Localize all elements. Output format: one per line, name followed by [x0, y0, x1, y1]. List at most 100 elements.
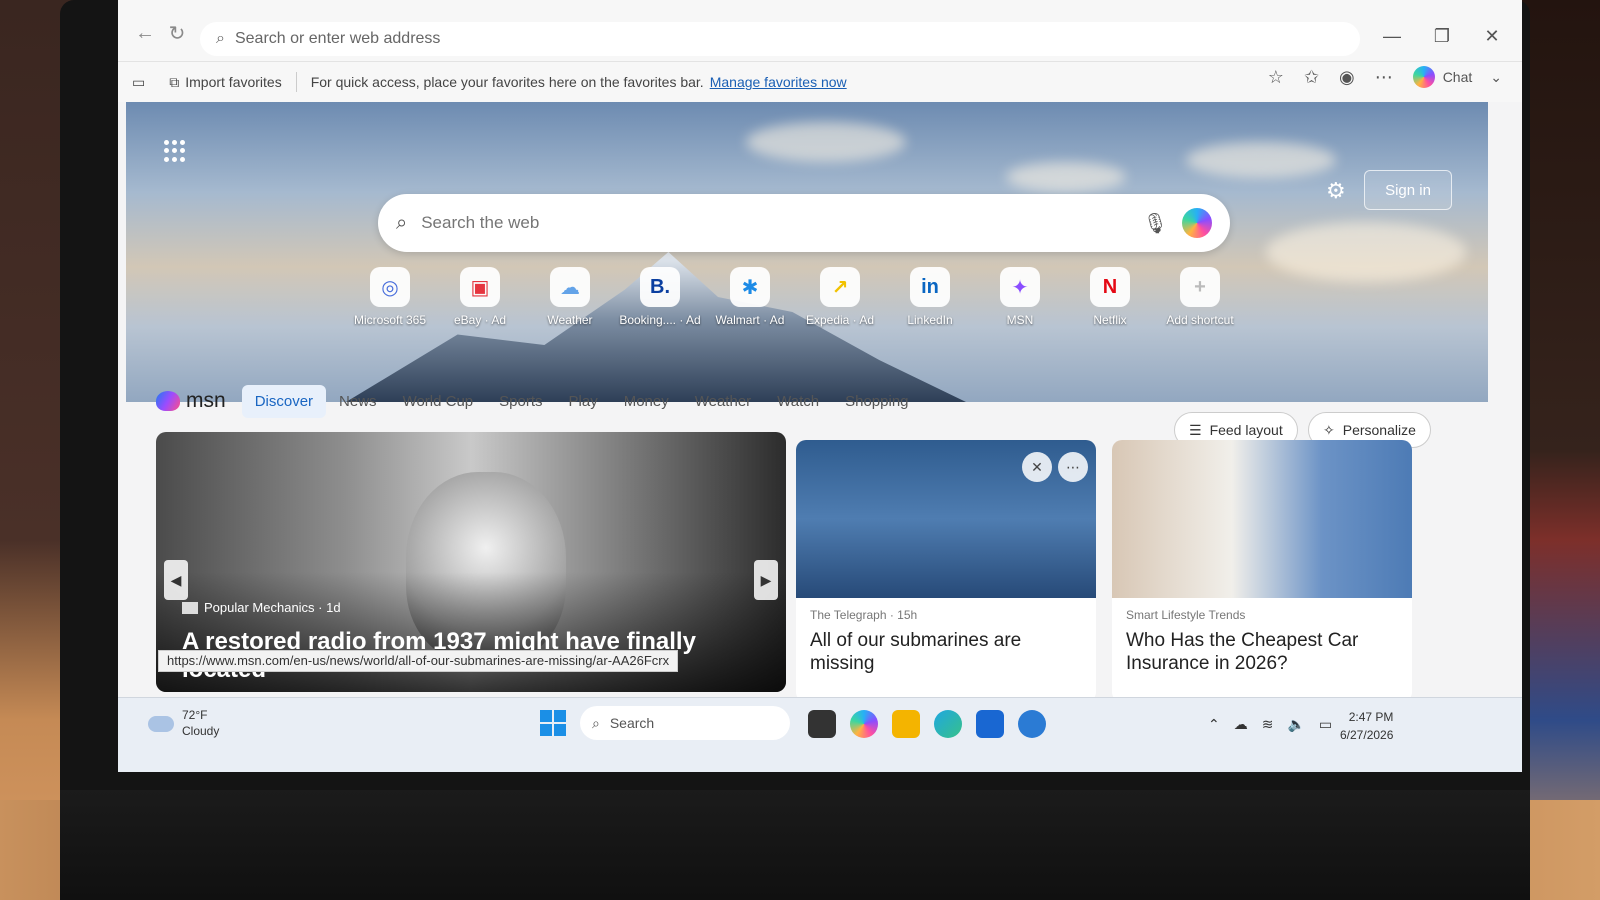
shortcut-tile[interactable]: ☁ Weather [536, 267, 604, 327]
msn-logo[interactable]: msn [156, 389, 226, 413]
app-launcher-icon[interactable] [164, 140, 186, 162]
plus-icon: + [1180, 267, 1220, 307]
news-card-submarines[interactable]: ✕ ⋯ The Telegraph · 15h All of our subma… [796, 440, 1096, 697]
microphone-icon[interactable]: 🎙 [1143, 211, 1168, 236]
task-view-icon[interactable] [808, 710, 836, 738]
tab-sports[interactable]: Sports [486, 385, 555, 418]
edge-browser-icon[interactable] [934, 710, 962, 738]
tab-world-cup[interactable]: World Cup [390, 385, 487, 418]
shortcut-tile[interactable]: in LinkedIn [896, 267, 964, 327]
search-icon: ⌕ [216, 30, 225, 47]
shortcut-tile[interactable]: N Netflix [1076, 267, 1144, 327]
import-favorites-icon[interactable]: ⧉ [169, 74, 179, 91]
copilot-icon[interactable] [850, 710, 878, 738]
taskbar-search[interactable]: ⌕ Search [580, 706, 790, 740]
linkedin-icon: in [910, 267, 950, 307]
shortcut-tile[interactable]: ▣ eBay · Ad [446, 267, 514, 327]
laptop-bezel-bottom [60, 790, 1530, 900]
shortcut-tile[interactable]: + Add shortcut [1166, 267, 1234, 327]
shortcut-label: Walmart · Ad [715, 313, 785, 327]
address-bar[interactable]: ⌕ Search or enter web address [200, 22, 1360, 56]
manage-favorites-link[interactable]: Manage favorites now [710, 74, 847, 90]
microsoft-store-icon[interactable] [976, 710, 1004, 738]
shortcut-label: Netflix [1093, 313, 1127, 327]
shortcut-label: eBay · Ad [453, 313, 507, 327]
ebay-bag-icon: ▣ [460, 267, 500, 307]
settings-gear-icon[interactable]: ⚙ [1326, 178, 1346, 204]
copilot-icon [1412, 66, 1435, 88]
walmart-icon: ✱ [730, 267, 770, 307]
weather-condition: Cloudy [182, 723, 220, 738]
system-tray: ⌃ ☁ ≋ 🔈 ▭ [1208, 716, 1332, 733]
chevron-up-icon[interactable]: ⌃ [1208, 716, 1220, 733]
file-explorer-icon[interactable] [892, 710, 920, 738]
tab-money[interactable]: Money [611, 385, 682, 418]
copilot-chat-button[interactable]: Chat ⌄ [1412, 66, 1502, 88]
car-fueling-image [1112, 440, 1412, 598]
card-source: The Telegraph · 15h [810, 608, 918, 622]
windows-taskbar: 72°F Cloudy ⌕ Search ⌃ ☁ ≋ 🔈 ▭ 2:47 PM 6… [118, 697, 1522, 772]
publisher-logo-icon [182, 601, 198, 614]
wifi-icon[interactable]: ≋ [1262, 716, 1274, 733]
address-placeholder: Search or enter web address [234, 30, 441, 47]
card-title: All of our submarines are missing [810, 630, 1022, 674]
card-source: Smart Lifestyle Trends [1126, 608, 1246, 622]
restore-icon[interactable]: ❐ [1428, 24, 1456, 48]
onedrive-icon[interactable]: ☁ [1234, 716, 1248, 733]
sign-in-button[interactable]: Sign in [1364, 170, 1452, 210]
shortcut-tiles: ◎ Microsoft 365 ▣ eBay · Ad ☁ Weather B. Bookin… [354, 267, 1234, 327]
minimize-icon[interactable]: — [1378, 24, 1406, 48]
volume-icon[interactable]: 🔈 [1287, 716, 1304, 733]
msn-new-tab-page: ⚙ Sign in ⌕ 🎙 ◎ Microsoft 365 ▣ eBay · Ad ☁ W… [126, 102, 1488, 697]
netflix-icon: N [1090, 267, 1130, 307]
story-source: Popular Mechanics · 1d [182, 600, 341, 615]
battery-icon[interactable]: ▭ [1319, 716, 1332, 733]
weather-widget[interactable]: 72°F Cloudy [148, 708, 219, 739]
shortcut-label: Booking.... · Ad [619, 313, 701, 327]
favorites-icon[interactable]: ✩ [1304, 67, 1319, 88]
refresh-icon[interactable]: ↻ [164, 20, 190, 46]
tab-shopping[interactable]: Shopping [832, 385, 921, 418]
web-search-box[interactable]: ⌕ 🎙 [378, 194, 1230, 252]
carousel-prev-button[interactable]: ◀ [164, 560, 188, 600]
import-favorites-button[interactable]: Import favorites [185, 74, 281, 90]
close-icon[interactable]: ✕ [1478, 24, 1506, 48]
sidebar-toggle-icon[interactable]: ▭ [132, 74, 145, 91]
tab-weather[interactable]: Weather [682, 385, 764, 418]
m365-icon: ◎ [370, 267, 410, 307]
system-clock[interactable]: 2:47 PM 6/27/2026 [1340, 708, 1393, 744]
tab-discover[interactable]: Discover [241, 384, 327, 418]
news-card-car-insurance[interactable]: Smart Lifestyle Trends Who Has the Cheap… [1112, 440, 1412, 697]
more-options-icon[interactable]: ⋯ [1058, 452, 1088, 482]
weather-temp: 72°F [182, 708, 208, 722]
search-icon: ⌕ [592, 714, 600, 731]
favorites-hint: For quick access, place your favorites h… [310, 74, 704, 90]
msn-icon: ✦ [1000, 267, 1040, 307]
tab-news[interactable]: News [326, 385, 390, 418]
shortcut-tile[interactable]: ✦ MSN [986, 267, 1054, 327]
shortcut-tile[interactable]: B. Booking.... · Ad [619, 267, 701, 327]
laptop-screen: ← ↻ ⌕ Search or enter web address — ❐ ✕ … [118, 0, 1522, 772]
shortcut-tile[interactable]: ✱ Walmart · Ad [716, 267, 784, 327]
hero-background [126, 102, 1488, 402]
tab-play[interactable]: Play [556, 385, 611, 418]
chat-label: Chat [1442, 69, 1473, 85]
profile-avatar-icon[interactable]: ◉ [1339, 67, 1355, 88]
feed-tabs: Discover News World Cup Sports Play Money Weat… [241, 384, 922, 418]
copilot-icon[interactable] [1182, 208, 1212, 238]
carousel-next-button[interactable]: ▶ [754, 560, 778, 600]
more-options-icon[interactable]: ⋯ [1375, 67, 1393, 88]
cloud-shape [1006, 162, 1126, 192]
windows-start-icon[interactable] [540, 710, 566, 736]
shortcut-tile[interactable]: ↗ Expedia · Ad [806, 267, 874, 327]
dismiss-icon[interactable]: ✕ [1022, 452, 1052, 482]
outlook-icon[interactable] [1018, 710, 1046, 738]
booking-icon: B. [640, 267, 680, 307]
divider [295, 72, 297, 92]
tab-watch[interactable]: Watch [764, 385, 832, 418]
web-search-input[interactable] [421, 213, 1143, 233]
back-icon[interactable]: ← [132, 20, 158, 46]
add-favorite-star-icon[interactable]: ☆ [1268, 67, 1284, 88]
cloud-shape [746, 122, 906, 162]
shortcut-tile[interactable]: ◎ Microsoft 365 [354, 267, 426, 327]
